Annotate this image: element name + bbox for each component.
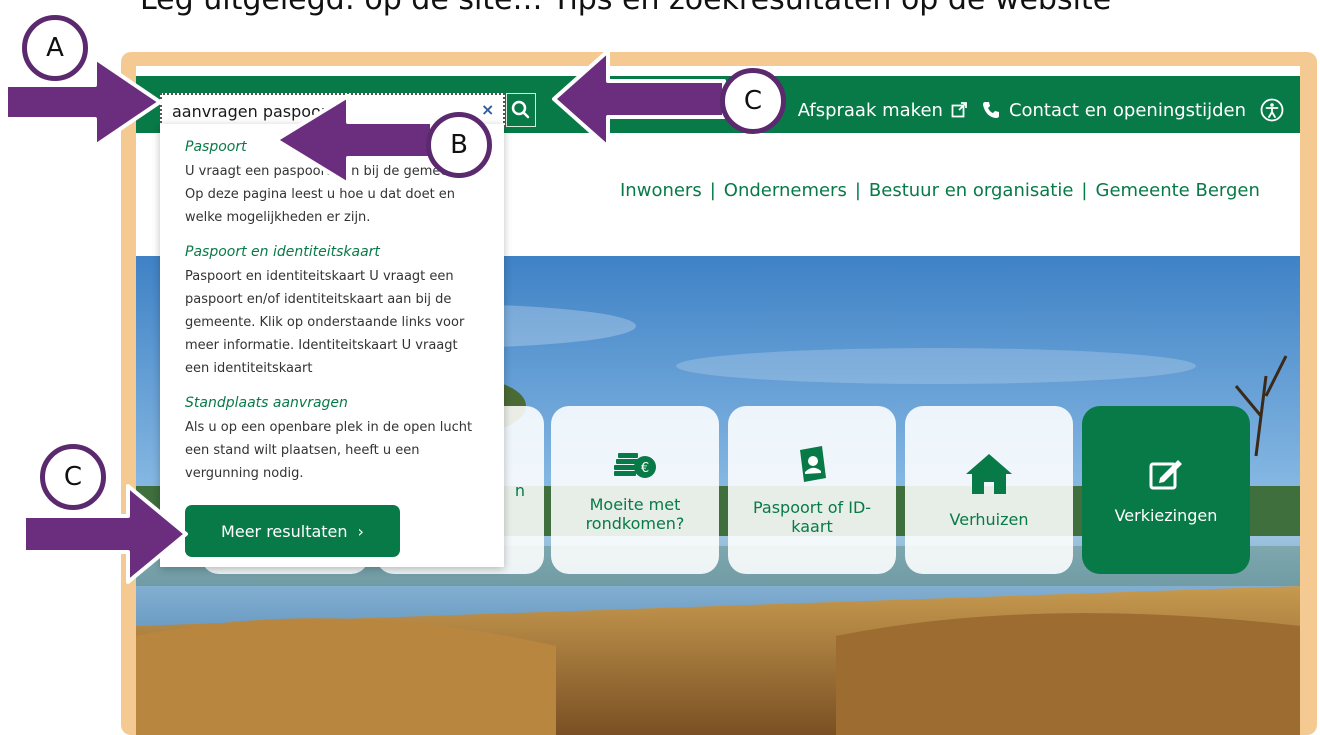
coins-euro-icon: €: [612, 447, 658, 485]
result-snippet: Als u op een openbare plek in de open lu…: [185, 420, 473, 481]
nav-item-bestuur[interactable]: Bestuur en organisatie: [869, 180, 1074, 201]
tile-label: Paspoort of ID-kaart: [752, 498, 872, 536]
tile-label: Verkiezingen: [1114, 505, 1218, 525]
phone-icon: [981, 100, 1001, 120]
caption-text: Leg uitgelegd: op de site… Tips en zoekr…: [140, 0, 1111, 17]
tile-label: Verhuizen: [949, 509, 1029, 529]
passport-icon: [794, 444, 830, 488]
arrow-a-icon: [4, 56, 162, 148]
callout-c-top-label: C: [743, 86, 763, 116]
chevron-right-icon: ›: [357, 521, 364, 541]
tile-paspoort-of-id-kaart[interactable]: Paspoort of ID-kaart: [728, 406, 896, 574]
ballot-pen-icon: [1148, 456, 1184, 496]
nav-separator: |: [1081, 180, 1088, 201]
nav-item-ondernemers[interactable]: Ondernemers: [724, 180, 847, 201]
callout-b: B: [426, 112, 492, 178]
tile-label: Moeite met rondkomen?: [585, 495, 685, 533]
search-result[interactable]: Paspoort en identiteitskaart Paspoort en…: [185, 243, 479, 380]
callout-c-bottom-label: C: [63, 462, 83, 492]
top-caption: Leg uitgelegd: op de site… Tips en zoekr…: [0, 0, 1320, 40]
callout-c-top: C: [720, 68, 786, 134]
nav-item-inwoners[interactable]: Inwoners: [620, 180, 702, 201]
search-button[interactable]: [506, 93, 536, 127]
contact-link-label: Contact en openingstijden: [1008, 99, 1246, 121]
result-snippet: Paspoort en identiteitskaart U vraagt ee…: [185, 269, 465, 376]
top-links: Afspraak maken Contact en openingstijden: [798, 93, 1284, 127]
result-title[interactable]: Paspoort en identiteitskaart: [185, 243, 479, 261]
nav-separator: |: [854, 180, 861, 201]
external-link-icon: [951, 102, 967, 118]
more-results-label: Meer resultaten: [221, 521, 348, 541]
callout-b-label: B: [450, 130, 468, 160]
callout-c-bottom: C: [40, 444, 106, 510]
tile-moeite-met-rondkomen[interactable]: € Moeite met rondkomen?: [551, 406, 719, 574]
nav-separator: |: [709, 180, 716, 201]
appointment-link[interactable]: Afspraak maken: [798, 100, 967, 121]
accessibility-icon[interactable]: [1260, 98, 1284, 122]
house-icon: [964, 452, 1014, 500]
result-title[interactable]: Standplaats aanvragen: [185, 394, 479, 412]
tile-label: n: [514, 480, 526, 500]
arrow-b-icon: [274, 94, 434, 186]
svg-text:€: €: [641, 461, 649, 476]
contact-link[interactable]: Contact en openingstijden: [981, 100, 1246, 121]
tile-verhuizen[interactable]: Verhuizen: [905, 406, 1073, 574]
nav-item-gemeente-bergen[interactable]: Gemeente Bergen: [1096, 180, 1260, 201]
main-nav: Inwoners | Ondernemers | Bestuur en orga…: [620, 180, 1260, 201]
callout-a-label: A: [46, 33, 64, 63]
clear-search-icon[interactable]: ×: [481, 100, 497, 120]
more-results-button[interactable]: Meer resultaten ›: [185, 505, 400, 557]
search-icon: [507, 94, 535, 126]
tile-verkiezingen[interactable]: Verkiezingen: [1082, 406, 1250, 574]
arrow-c-top-icon: [552, 49, 726, 149]
callout-a: A: [22, 15, 88, 81]
search-result[interactable]: Standplaats aanvragen Als u op een openb…: [185, 394, 479, 485]
appointment-link-label: Afspraak maken: [797, 99, 943, 121]
search-results-dropdown: Paspoort U vraagt een paspoort aan bij d…: [160, 124, 504, 567]
